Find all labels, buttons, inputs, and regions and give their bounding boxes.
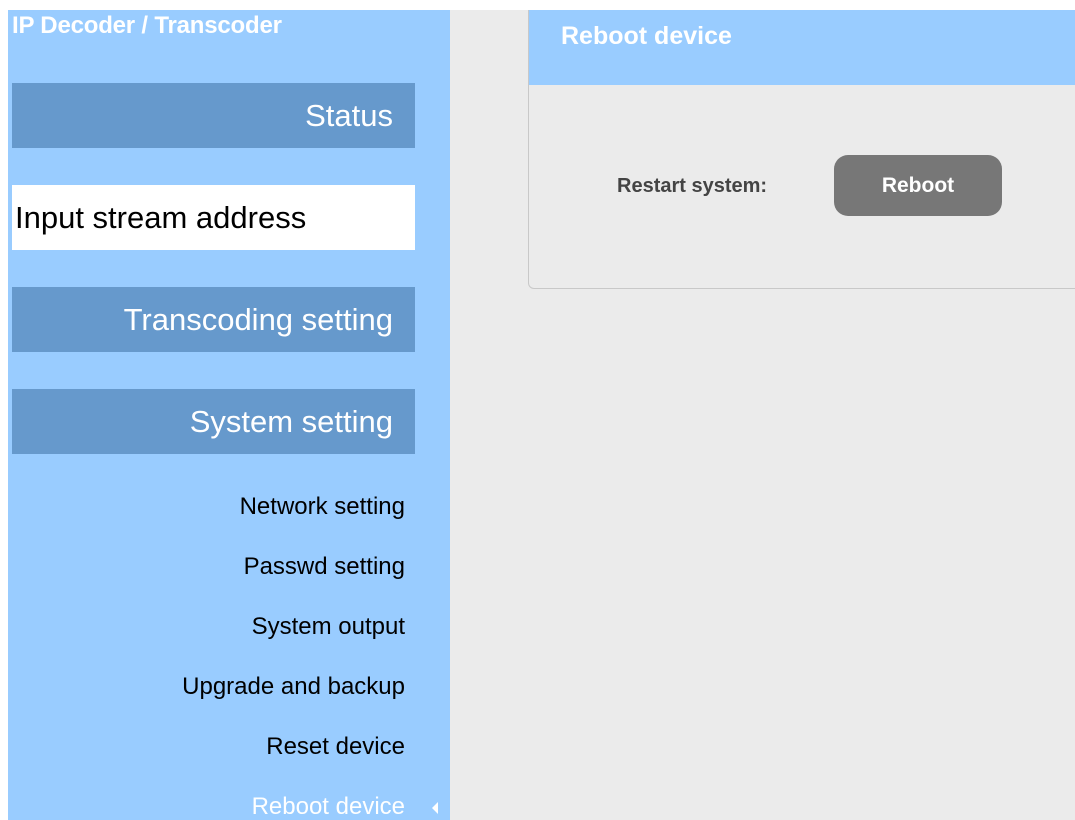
nav-input-stream-address[interactable]: Input stream address	[12, 185, 415, 250]
main-content: Reboot device Restart system: Reboot	[450, 10, 1075, 820]
caret-left-icon	[432, 802, 438, 814]
restart-system-label: Restart system:	[617, 175, 768, 197]
subnav-passwd-setting[interactable]: Passwd setting	[244, 553, 405, 581]
app-window: IP Decoder / Transcoder Status Input str…	[0, 0, 1075, 820]
subnav-upgrade-and-backup[interactable]: Upgrade and backup	[182, 673, 405, 701]
reboot-panel: Reboot device Restart system: Reboot	[528, 10, 1075, 289]
subnav-system-output[interactable]: System output	[252, 613, 405, 641]
panel-header: Reboot device	[529, 10, 1075, 85]
panel-title: Reboot device	[561, 22, 732, 50]
subnav-reboot-device[interactable]: Reboot device	[252, 793, 405, 820]
reboot-button[interactable]: Reboot	[834, 155, 1002, 216]
nav-transcoding-setting[interactable]: Transcoding setting	[12, 287, 415, 352]
nav-status[interactable]: Status	[12, 83, 415, 148]
subnav-reset-device[interactable]: Reset device	[266, 733, 405, 761]
app-title: IP Decoder / Transcoder	[12, 12, 282, 39]
sidebar: IP Decoder / Transcoder Status Input str…	[8, 10, 450, 820]
nav-system-setting[interactable]: System setting	[12, 389, 415, 454]
subnav-network-setting[interactable]: Network setting	[240, 493, 405, 521]
